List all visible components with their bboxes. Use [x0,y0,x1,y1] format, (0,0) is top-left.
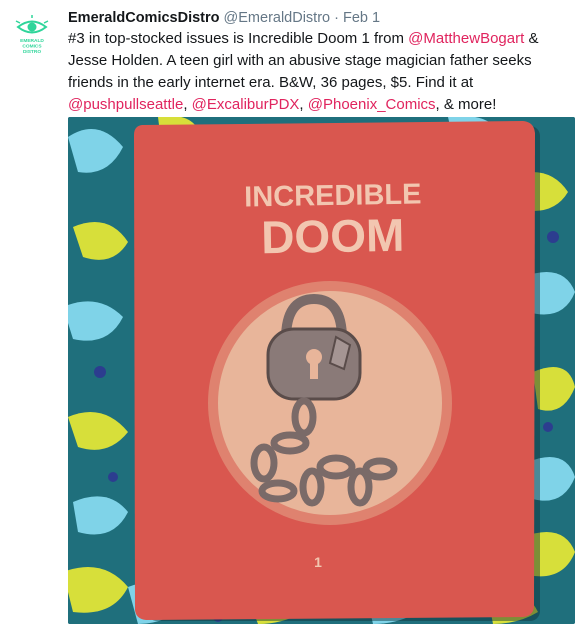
eye-logo-icon: EMERALD COMICS DISTRO [10,12,54,56]
comic-cover-photo: INCREDIBLE DOOM 1 [68,117,575,624]
tweet-photo[interactable]: INCREDIBLE DOOM 1 [68,117,575,624]
tweet-header: EmeraldComicsDistro @EmeraldDistro · Feb… [68,8,573,28]
avatar-text-2: COMICS [22,44,42,50]
tweet-text-segment: , [183,96,192,113]
avatar-text-3: DISTRO [23,49,41,55]
mention-link[interactable]: @MatthewBogart [408,30,524,47]
avatar-text-1: EMERALD [20,38,44,44]
cover-title-line2: DOOM [261,209,405,263]
mention-link[interactable]: @Phoenix_Comics [308,96,436,113]
tweet-text-segment: , & more! [435,96,497,113]
mention-link[interactable]: @ExcaliburPDX [192,96,300,113]
avatar[interactable]: EMERALD COMICS DISTRO [10,12,54,56]
author-name[interactable]: EmeraldComicsDistro [68,10,220,26]
tweet-text-segment: #3 in top-stocked issues is Incredible D… [68,30,409,47]
issue-number: 1 [314,554,322,570]
tweet-date[interactable]: Feb 1 [343,10,380,26]
mention-link[interactable]: @pushpullseattle [68,96,183,113]
separator-dot: · [334,10,339,26]
author-handle[interactable]: @EmeraldDistro [224,10,331,26]
tweet-text-segment: , [299,96,308,113]
